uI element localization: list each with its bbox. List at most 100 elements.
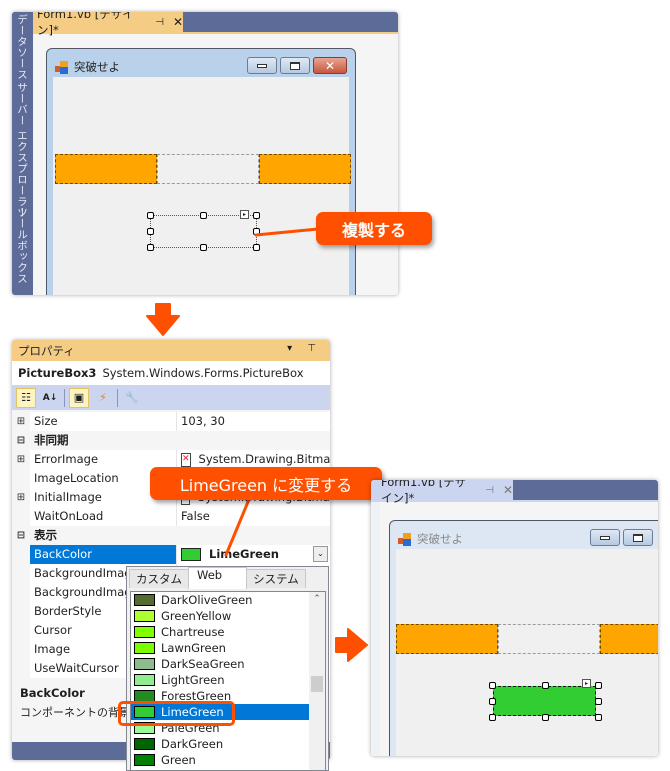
color-option-darkolivegreen[interactable]: DarkOliveGreen: [131, 592, 309, 608]
color-option-greenyellow[interactable]: GreenYellow: [131, 608, 309, 624]
expand-icon[interactable]: ⊞: [12, 454, 30, 465]
tab-system[interactable]: システム: [246, 569, 306, 588]
smart-tag-icon[interactable]: ▸: [240, 210, 249, 219]
color-name: DarkGreen: [161, 737, 224, 751]
picturebox-orange-left[interactable]: [396, 624, 498, 654]
form-titlebar: 突破せよ: [398, 531, 463, 547]
category-async[interactable]: ⊟ 非同期: [12, 431, 330, 450]
scrollbar[interactable]: ⌃: [309, 592, 325, 770]
property-pages-button[interactable]: 🔧: [122, 388, 142, 408]
picturebox-empty[interactable]: [157, 154, 259, 184]
properties-button[interactable]: ▣: [69, 387, 89, 408]
resize-handle[interactable]: [200, 244, 207, 251]
expand-icon[interactable]: ⊞: [12, 416, 30, 427]
resize-handle[interactable]: [489, 698, 496, 705]
resize-handle[interactable]: [542, 682, 549, 689]
pin-icon[interactable]: ⊣: [485, 485, 494, 496]
arrow-down-icon: [146, 303, 180, 336]
window-controls: [590, 529, 653, 546]
object-name: PictureBox3: [18, 366, 97, 380]
property-name: Size: [30, 412, 176, 431]
smart-tag-icon[interactable]: ▸: [582, 679, 591, 688]
color-name: Chartreuse: [161, 625, 225, 639]
color-option-darkseagreen[interactable]: DarkSeaGreen: [131, 656, 309, 672]
maximize-icon: [633, 533, 643, 542]
tab-title: Form1.vb [デザイン]*: [381, 480, 467, 505]
window-options-icon[interactable]: ▾ ⊤: [287, 343, 322, 354]
collapse-icon[interactable]: ⊟: [12, 435, 30, 446]
side-tab-datasource[interactable]: データソース: [15, 14, 30, 80]
resize-handle[interactable]: [595, 714, 602, 721]
alphabetical-button[interactable]: A↓: [40, 388, 60, 408]
resize-handle[interactable]: [200, 212, 207, 219]
resize-handle[interactable]: [595, 698, 602, 705]
callout-pointer-change: [224, 495, 252, 557]
resize-handle[interactable]: [253, 212, 260, 219]
property-value[interactable]: 103, 30: [176, 412, 330, 431]
color-option-green[interactable]: Green: [131, 752, 309, 768]
tab-web[interactable]: Web: [188, 567, 248, 589]
picturebox-orange-right[interactable]: [600, 624, 658, 654]
properties-title: プロパティ: [18, 343, 75, 358]
category-appearance[interactable]: ⊟ 表示: [12, 526, 330, 545]
object-selector[interactable]: PictureBox3 System.Windows.Forms.Picture…: [12, 361, 330, 385]
maximize-button[interactable]: [280, 57, 310, 74]
expand-icon[interactable]: ⊞: [12, 492, 30, 503]
property-row-waitonload[interactable]: WaitOnLoad False: [12, 507, 330, 526]
properties-icon: ▣: [73, 391, 85, 404]
color-swatch: [134, 594, 155, 606]
close-button[interactable]: ✕: [313, 57, 347, 74]
toolbar-separator: [64, 388, 65, 407]
resize-handle[interactable]: [147, 244, 154, 251]
form-client-area: ▸: [53, 77, 351, 295]
picturebox-orange-left[interactable]: [55, 154, 157, 184]
minimize-button[interactable]: [247, 57, 277, 74]
color-option-darkgreen[interactable]: DarkGreen: [131, 736, 309, 752]
collapse-icon[interactable]: ⊟: [12, 530, 30, 541]
property-row-backcolor[interactable]: BackColor LimeGreen ⌄: [12, 545, 330, 564]
resize-handle[interactable]: [147, 228, 154, 235]
side-tab-server-explorer[interactable]: サーバー エクスプローラー: [15, 82, 30, 218]
form-client-area: ▸: [396, 549, 658, 756]
color-name: DarkOliveGreen: [161, 593, 253, 607]
resize-handle[interactable]: [542, 714, 549, 721]
form-window[interactable]: 突破せよ ▸: [389, 520, 658, 756]
tab-form1-design[interactable]: Form1.vb [デザイン]* ⊣ ✕: [371, 480, 513, 505]
picturebox-limegreen[interactable]: [493, 686, 596, 716]
color-option-lightgreen[interactable]: LightGreen: [131, 672, 309, 688]
tab-custom[interactable]: カスタム: [129, 569, 189, 588]
arrow-right-icon: [335, 628, 368, 662]
resize-handle[interactable]: [147, 212, 154, 219]
events-button[interactable]: ⚡: [93, 388, 113, 408]
property-row-size[interactable]: ⊞ Size 103, 30: [12, 412, 330, 431]
side-tab-toolbox[interactable]: ツールボックス: [15, 207, 30, 284]
property-name: WaitOnLoad: [30, 507, 176, 526]
close-icon[interactable]: ✕: [503, 483, 513, 497]
resize-handle[interactable]: [489, 714, 496, 721]
close-icon[interactable]: ✕: [173, 15, 183, 29]
picturebox-orange-right[interactable]: [259, 154, 351, 184]
color-option-lawngreen[interactable]: LawnGreen: [131, 640, 309, 656]
form-window[interactable]: 突破せよ ✕ ▸: [46, 48, 356, 295]
categorized-button[interactable]: ☷: [16, 387, 36, 408]
tab-form1-design[interactable]: Form1.vb [デザイン]* ⊣ ✕: [33, 12, 183, 37]
resize-handle[interactable]: [489, 682, 496, 689]
color-swatch: [181, 548, 201, 561]
property-name: BackColor: [30, 545, 176, 564]
color-swatch: [134, 610, 155, 622]
minimize-button[interactable]: [590, 529, 620, 546]
category-name: 非同期: [34, 433, 69, 447]
toolbar-separator: [117, 388, 118, 407]
color-option-chartreuse[interactable]: Chartreuse: [131, 624, 309, 640]
scroll-up-icon[interactable]: ⌃: [309, 594, 325, 604]
resize-handle[interactable]: [595, 682, 602, 689]
resize-handle[interactable]: [253, 244, 260, 251]
pin-icon[interactable]: ⊣: [155, 17, 164, 28]
picturebox-empty[interactable]: [498, 624, 600, 654]
dropdown-button[interactable]: ⌄: [313, 546, 328, 562]
scroll-thumb[interactable]: [311, 676, 323, 692]
lightning-icon: ⚡: [99, 391, 107, 404]
color-name: GreenYellow: [161, 609, 232, 623]
categorized-icon: ☷: [21, 391, 31, 404]
maximize-button[interactable]: [623, 529, 653, 546]
